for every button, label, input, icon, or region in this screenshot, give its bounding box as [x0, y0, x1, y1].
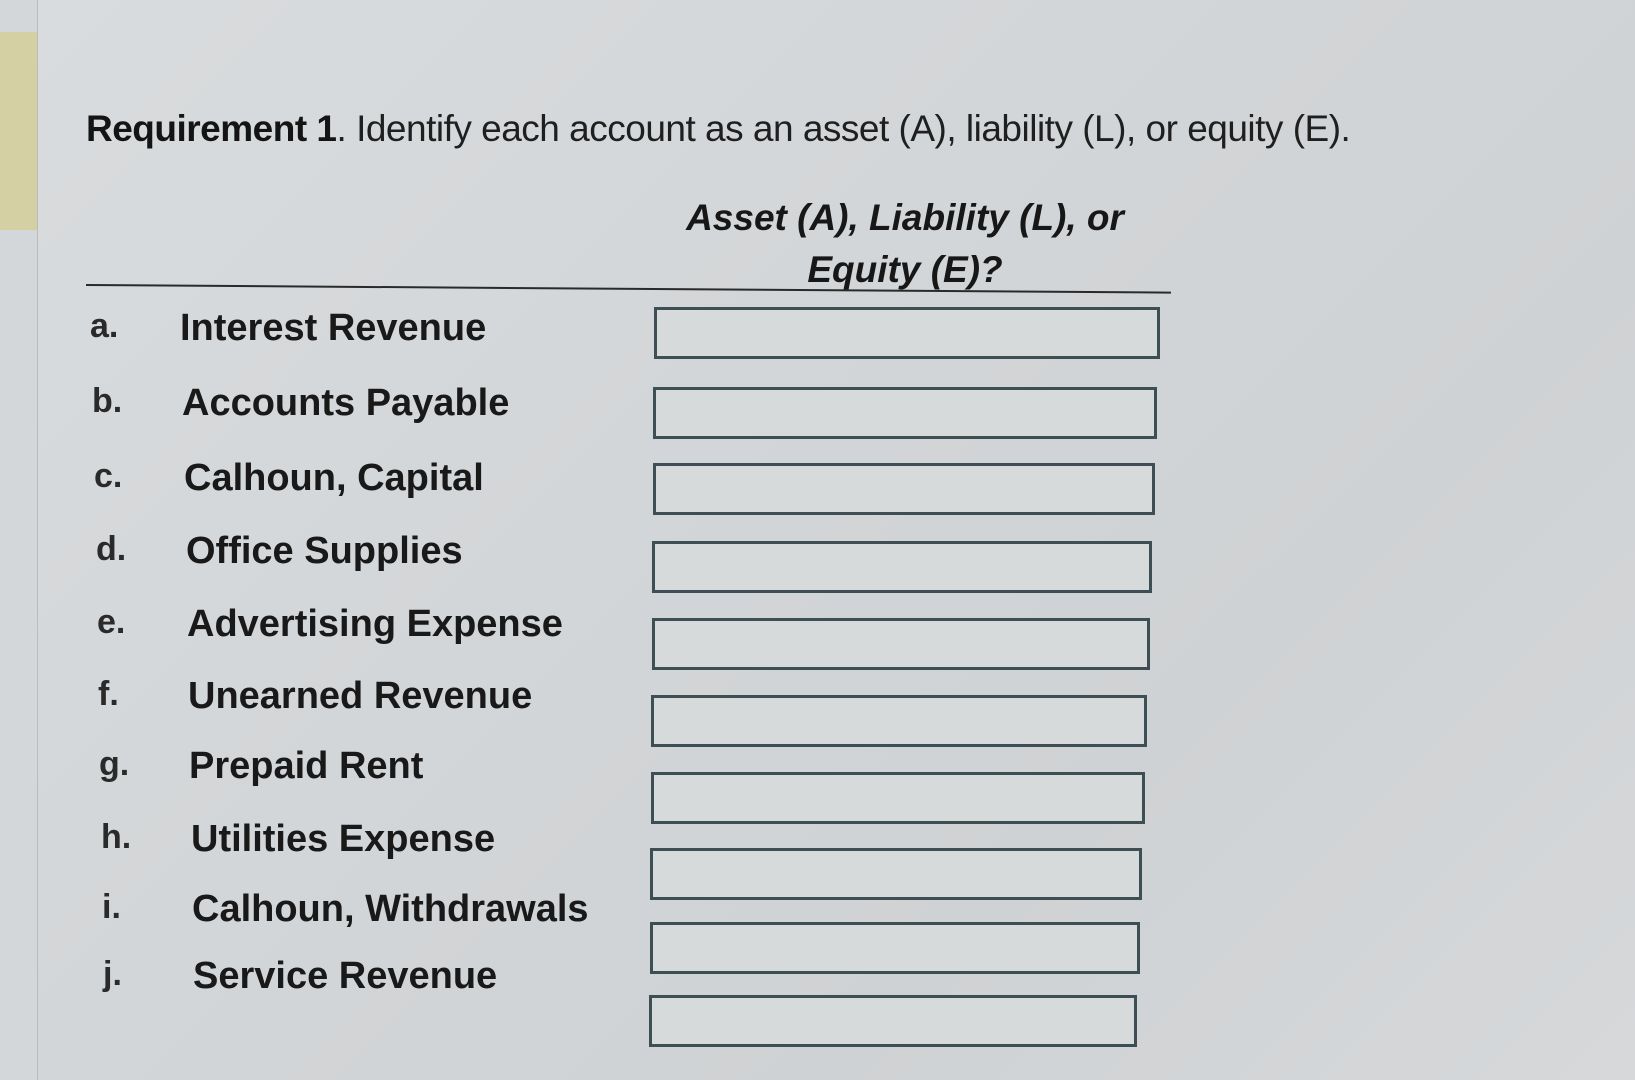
- row-letter: f.: [98, 675, 119, 713]
- answer-input-b[interactable]: [653, 387, 1157, 439]
- row-letter: c.: [94, 457, 123, 495]
- answer-input-h[interactable]: [650, 848, 1142, 900]
- row-letter: a.: [90, 307, 119, 345]
- answer-input-d[interactable]: [652, 541, 1152, 593]
- account-name: Service Revenue: [193, 955, 498, 997]
- answer-input-f[interactable]: [651, 695, 1147, 747]
- account-name: Accounts Payable: [182, 382, 510, 424]
- answer-input-g[interactable]: [651, 772, 1145, 824]
- row-letter: b.: [92, 382, 123, 420]
- answer-input-i[interactable]: [650, 922, 1140, 974]
- answer-input-j[interactable]: [649, 995, 1137, 1047]
- answer-input-a[interactable]: [654, 307, 1160, 359]
- account-name: Unearned Revenue: [188, 675, 533, 717]
- row-letter: g.: [99, 745, 130, 783]
- requirement-text: . Identify each account as an asset (A),…: [336, 108, 1351, 149]
- row-letter: i.: [102, 888, 121, 926]
- left-accent-bar: [0, 32, 37, 230]
- row-letter: h.: [101, 818, 132, 856]
- answer-input-e[interactable]: [652, 618, 1150, 670]
- row-letter: j.: [103, 955, 122, 993]
- account-name: Utilities Expense: [191, 818, 496, 860]
- account-name: Advertising Expense: [187, 603, 563, 645]
- answer-input-c[interactable]: [653, 463, 1155, 515]
- account-name: Prepaid Rent: [189, 745, 424, 787]
- account-name: Interest Revenue: [180, 307, 487, 349]
- column-header-line1: Asset (A), Liability (L), or: [686, 197, 1124, 238]
- account-name: Office Supplies: [186, 530, 463, 572]
- row-letter: e.: [97, 603, 126, 641]
- requirement-instruction: Requirement 1. Identify each account as …: [86, 108, 1351, 150]
- account-name: Calhoun, Capital: [184, 457, 484, 499]
- requirement-label: Requirement 1: [86, 108, 337, 149]
- account-name: Calhoun, Withdrawals: [192, 888, 589, 930]
- row-letter: d.: [96, 530, 127, 568]
- column-header: Asset (A), Liability (L), or Equity (E)?: [640, 192, 1170, 296]
